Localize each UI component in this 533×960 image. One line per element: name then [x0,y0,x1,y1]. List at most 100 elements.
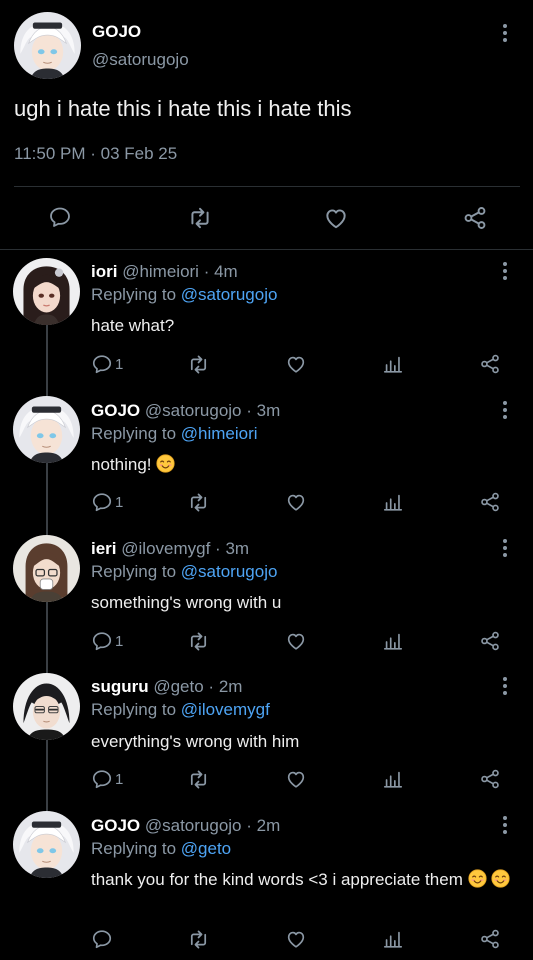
main-comment-button[interactable] [48,205,72,229]
brown-hair-avatar [13,535,80,602]
more-icon[interactable] [499,262,511,280]
replying-to: Replying to @geto [91,839,231,859]
reply-stats-button[interactable] [382,353,404,375]
reply-text-content: nothing! [91,455,152,474]
reply-author-name[interactable]: GOJO [91,401,140,420]
like-icon [285,928,307,950]
reply-share-button[interactable] [479,928,501,950]
more-icon[interactable] [499,401,511,419]
reply-avatar[interactable] [13,811,80,878]
main-share-button[interactable] [462,205,488,231]
comment-icon [91,630,113,652]
reply-share-button[interactable] [479,353,501,375]
replying-to-mention[interactable]: @himeiori [181,424,258,443]
reply-age: 2m [218,677,243,696]
stats-icon [382,630,404,652]
replying-to-mention[interactable]: @satorugojo [181,285,278,304]
reply-author-handle[interactable]: @geto [153,677,203,696]
share-icon [479,928,501,950]
more-icon[interactable] [499,816,511,834]
replying-to-label: Replying to [91,700,181,719]
dot-separator: · [198,262,215,281]
reply-retweet-button[interactable] [187,928,210,951]
reply-comment-button[interactable]: 1 [91,353,123,375]
reply-text-content: something's wrong with u [91,593,282,612]
reply-avatar[interactable] [13,258,80,325]
stats-icon [382,928,404,950]
reply-avatar[interactable] [13,535,80,602]
share-icon [479,491,501,513]
reply-retweet-button[interactable] [187,491,210,514]
replying-to-mention[interactable]: @satorugojo [181,562,278,581]
replying-to: Replying to @satorugojo [91,562,277,582]
reply-stats-button[interactable] [382,928,404,950]
reply-age: 3m [256,401,281,420]
reply-comment-button[interactable]: 1 [91,630,123,652]
meta-separator: · [85,144,101,163]
replying-to-mention[interactable]: @geto [181,839,231,858]
replying-to-label: Replying to [91,285,181,304]
replying-to: Replying to @himeiori [91,424,258,444]
black-hair-avatar [13,673,80,740]
comment-icon [91,928,113,950]
retweet-icon [187,353,210,376]
retweet-icon [187,768,210,791]
reply-avatar[interactable] [13,673,80,740]
reply-like-button[interactable] [285,491,307,513]
reply-stats-button[interactable] [382,630,404,652]
reply-like-button[interactable] [285,768,307,790]
comment-icon [91,768,113,790]
dark-hair-avatar [13,258,80,325]
reply-text-content: hate what? [91,316,175,335]
reply-text-content: everything's wrong with him [91,732,300,751]
reply-text: something's wrong with u [91,591,516,615]
main-tweet-date: 03 Feb 25 [100,144,178,163]
reply-stats-button[interactable] [382,768,404,790]
reply-retweet-button[interactable] [187,768,210,791]
reply-text-content: thank you for the kind words <3 i apprec… [91,870,463,889]
comment-icon [48,205,72,229]
dot-separator: · [241,401,257,420]
reply-share-button[interactable] [479,768,501,790]
main-tweet-author-name[interactable]: GOJO [92,22,141,42]
reply-age: 2m [256,816,281,835]
main-tweet-avatar[interactable] [14,12,81,79]
reply-stats-button[interactable] [382,491,404,513]
replying-to-mention[interactable]: @ilovemygf [181,700,270,719]
main-tweet-author-handle[interactable]: @satorugojo [92,50,189,70]
reply-author-name[interactable]: GOJO [91,816,140,835]
reply-share-button[interactable] [479,630,501,652]
reply-author-handle[interactable]: @ilovemygf [121,539,210,558]
more-icon[interactable] [499,677,511,695]
reply-like-button[interactable] [285,630,307,652]
main-retweet-button[interactable] [187,205,213,231]
reply-share-button[interactable] [479,491,501,513]
comment-icon [91,353,113,375]
like-icon [285,768,307,790]
reply-text: everything's wrong with him [91,730,516,754]
retweet-icon [187,630,210,653]
like-icon [285,630,307,652]
reply-author-handle[interactable]: @satorugojo [145,816,242,835]
more-icon[interactable] [499,539,511,557]
reply-comment-button[interactable] [91,928,115,950]
reply-age: 4m [214,262,238,281]
reply-author-name[interactable]: suguru [91,677,149,696]
replying-to-label: Replying to [91,562,181,581]
stats-icon [382,353,404,375]
reply-author-name[interactable]: ieri [91,539,117,558]
reply-comment-button[interactable]: 1 [91,768,123,790]
main-like-button[interactable] [323,205,349,231]
comment-icon [91,491,113,513]
smiling-face-emoji [468,869,487,888]
reply-like-button[interactable] [285,928,307,950]
reply-avatar[interactable] [13,396,80,463]
reply-retweet-button[interactable] [187,353,210,376]
reply-retweet-button[interactable] [187,630,210,653]
more-icon[interactable] [499,24,511,42]
reply-comment-button[interactable]: 1 [91,491,123,513]
reply-like-button[interactable] [285,353,307,375]
reply-author-name[interactable]: iori [91,262,117,281]
reply-author-handle[interactable]: @himeiori [122,262,199,281]
reply-author-handle[interactable]: @satorugojo [145,401,242,420]
